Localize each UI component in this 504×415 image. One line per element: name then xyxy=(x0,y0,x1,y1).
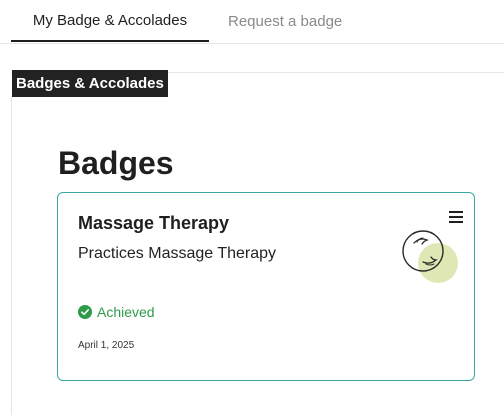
badge-date: April 1, 2025 xyxy=(78,340,135,351)
massage-hands-icon xyxy=(402,230,458,283)
tab-bar: My Badge & Accolades Request a badge xyxy=(0,0,504,44)
tab-request-badge[interactable]: Request a badge xyxy=(228,0,342,42)
badge-card[interactable]: Massage Therapy Practices Massage Therap… xyxy=(57,192,475,381)
tab-my-badge-accolades[interactable]: My Badge & Accolades xyxy=(11,0,209,42)
badge-title: Massage Therapy xyxy=(78,213,230,233)
status-text: Achieved xyxy=(97,304,155,320)
section-label: Badges & Accolades xyxy=(12,70,168,97)
hamburger-menu-icon[interactable] xyxy=(449,210,463,224)
check-circle-icon xyxy=(78,305,92,319)
content-left-border xyxy=(11,96,12,415)
badge-description: Practices Massage Therapy xyxy=(78,245,277,262)
status-badge: Achieved xyxy=(78,303,155,321)
page-title: Badges xyxy=(58,145,174,181)
